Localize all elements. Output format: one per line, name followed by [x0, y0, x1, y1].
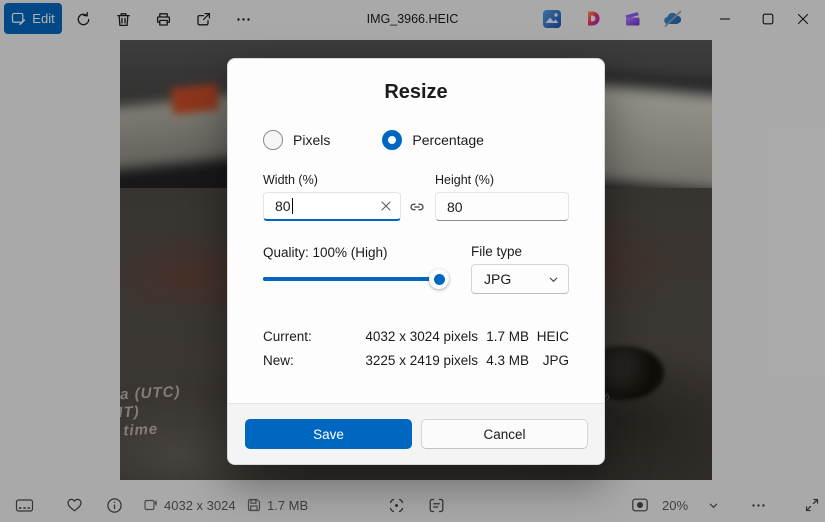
radio-pixels-label: Pixels: [293, 132, 330, 148]
radio-percentage[interactable]: Percentage: [382, 130, 484, 150]
height-input-value: 80: [447, 199, 463, 215]
quality-slider-fill: [263, 277, 439, 281]
file-type-value: JPG: [484, 271, 511, 287]
chevron-down-icon: [548, 274, 559, 285]
quality-label: Quality: 100% (High): [263, 245, 388, 260]
current-info-row: Current: 4032 x 3024 pixels 1.7 MB HEIC: [263, 329, 569, 344]
height-field-label: Height (%): [435, 173, 494, 187]
dialog-footer: Save Cancel: [228, 403, 604, 464]
unit-radio-group: Pixels Percentage: [263, 130, 484, 150]
radio-percentage-label: Percentage: [412, 132, 484, 148]
link-dimensions-icon[interactable]: [408, 198, 426, 221]
current-dimensions: 4032 x 3024 pixels: [343, 329, 478, 344]
clear-width-icon[interactable]: [380, 200, 392, 212]
current-label: Current:: [263, 329, 343, 344]
dialog-title: Resize: [228, 81, 604, 104]
file-type-label: File type: [471, 244, 522, 259]
save-button[interactable]: Save: [245, 419, 412, 449]
current-format: HEIC: [529, 329, 569, 344]
width-input[interactable]: 80: [263, 192, 401, 221]
photos-app-window: Edit: [0, 0, 825, 522]
quality-slider[interactable]: [263, 277, 439, 281]
radio-pixels-circle: [263, 130, 283, 150]
new-dimensions: 3225 x 2419 pixels: [343, 353, 478, 368]
resize-dialog: Resize Pixels Percentage Width (%) 80: [227, 58, 605, 465]
quality-slider-thumb[interactable]: [429, 269, 449, 289]
height-input[interactable]: 80: [435, 192, 569, 221]
radio-percentage-circle: [382, 130, 402, 150]
file-type-dropdown[interactable]: JPG: [471, 264, 569, 294]
width-input-value: 80: [275, 198, 291, 214]
new-info-row: New: 3225 x 2419 pixels 4.3 MB JPG: [263, 353, 569, 368]
new-format: JPG: [529, 353, 569, 368]
cancel-button[interactable]: Cancel: [421, 419, 588, 449]
radio-pixels[interactable]: Pixels: [263, 130, 330, 150]
current-size: 1.7 MB: [478, 329, 529, 344]
new-label: New:: [263, 353, 343, 368]
new-size: 4.3 MB: [478, 353, 529, 368]
text-cursor: [292, 198, 293, 214]
width-field-label: Width (%): [263, 173, 318, 187]
